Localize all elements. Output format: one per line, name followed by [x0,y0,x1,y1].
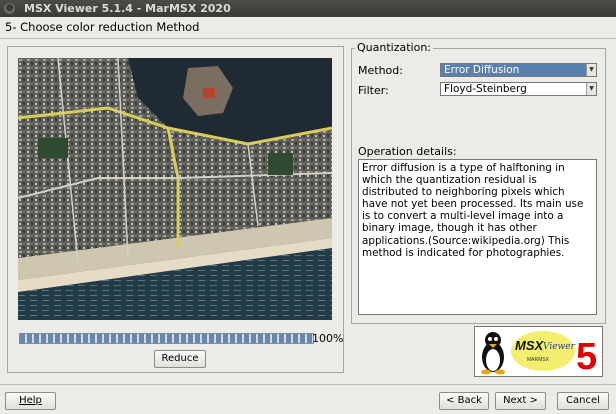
filter-value: Floyd-Steinberg [444,83,527,95]
details-text: Error diffusion is a type of halftoning … [362,162,584,259]
method-select[interactable]: Error Diffusion ▼ [440,63,597,77]
details-text-area[interactable]: Error diffusion is a type of halftoning … [358,159,597,315]
logo-version: 5 [576,336,597,376]
logo-brand: MSX [515,338,545,353]
reduce-button[interactable]: Reduce [154,350,206,368]
quantization-legend: Quantization: [355,41,434,54]
method-value: Error Diffusion [444,64,520,76]
filter-label: Filter: [358,84,389,97]
back-button[interactable]: < Back [439,392,489,410]
logo-script: Viewer [543,342,576,352]
progress-bar [19,333,314,344]
close-icon[interactable]: ● [4,3,15,14]
logo-sub: MARMSX [527,357,550,363]
chevron-down-icon[interactable]: ▼ [586,83,596,95]
next-button[interactable]: Next > [495,392,546,410]
header-divider [0,38,616,39]
preview-image [18,58,332,320]
window-title: MSX Viewer 5.1.4 - MarMSX 2020 [24,2,231,15]
details-label: Operation details: [358,145,457,158]
step-title: 5- Choose color reduction Method [5,20,200,34]
preview-panel: 100% Reduce [7,46,344,373]
step-header: 5- Choose color reduction Method [0,17,616,37]
title-bar: ● MSX Viewer 5.1.4 - MarMSX 2020 [0,0,616,17]
filter-select[interactable]: Floyd-Steinberg ▼ [440,82,597,96]
tux-icon [481,332,505,375]
chevron-down-icon[interactable]: ▼ [586,64,596,76]
footer-divider [0,384,616,385]
help-button[interactable]: Help [5,392,56,410]
progress-label: 100% [312,332,344,345]
cancel-button[interactable]: Cancel [557,392,609,410]
app-logo: MSX Viewer MARMSX 5 [474,326,603,377]
method-label: Method: [358,64,403,77]
